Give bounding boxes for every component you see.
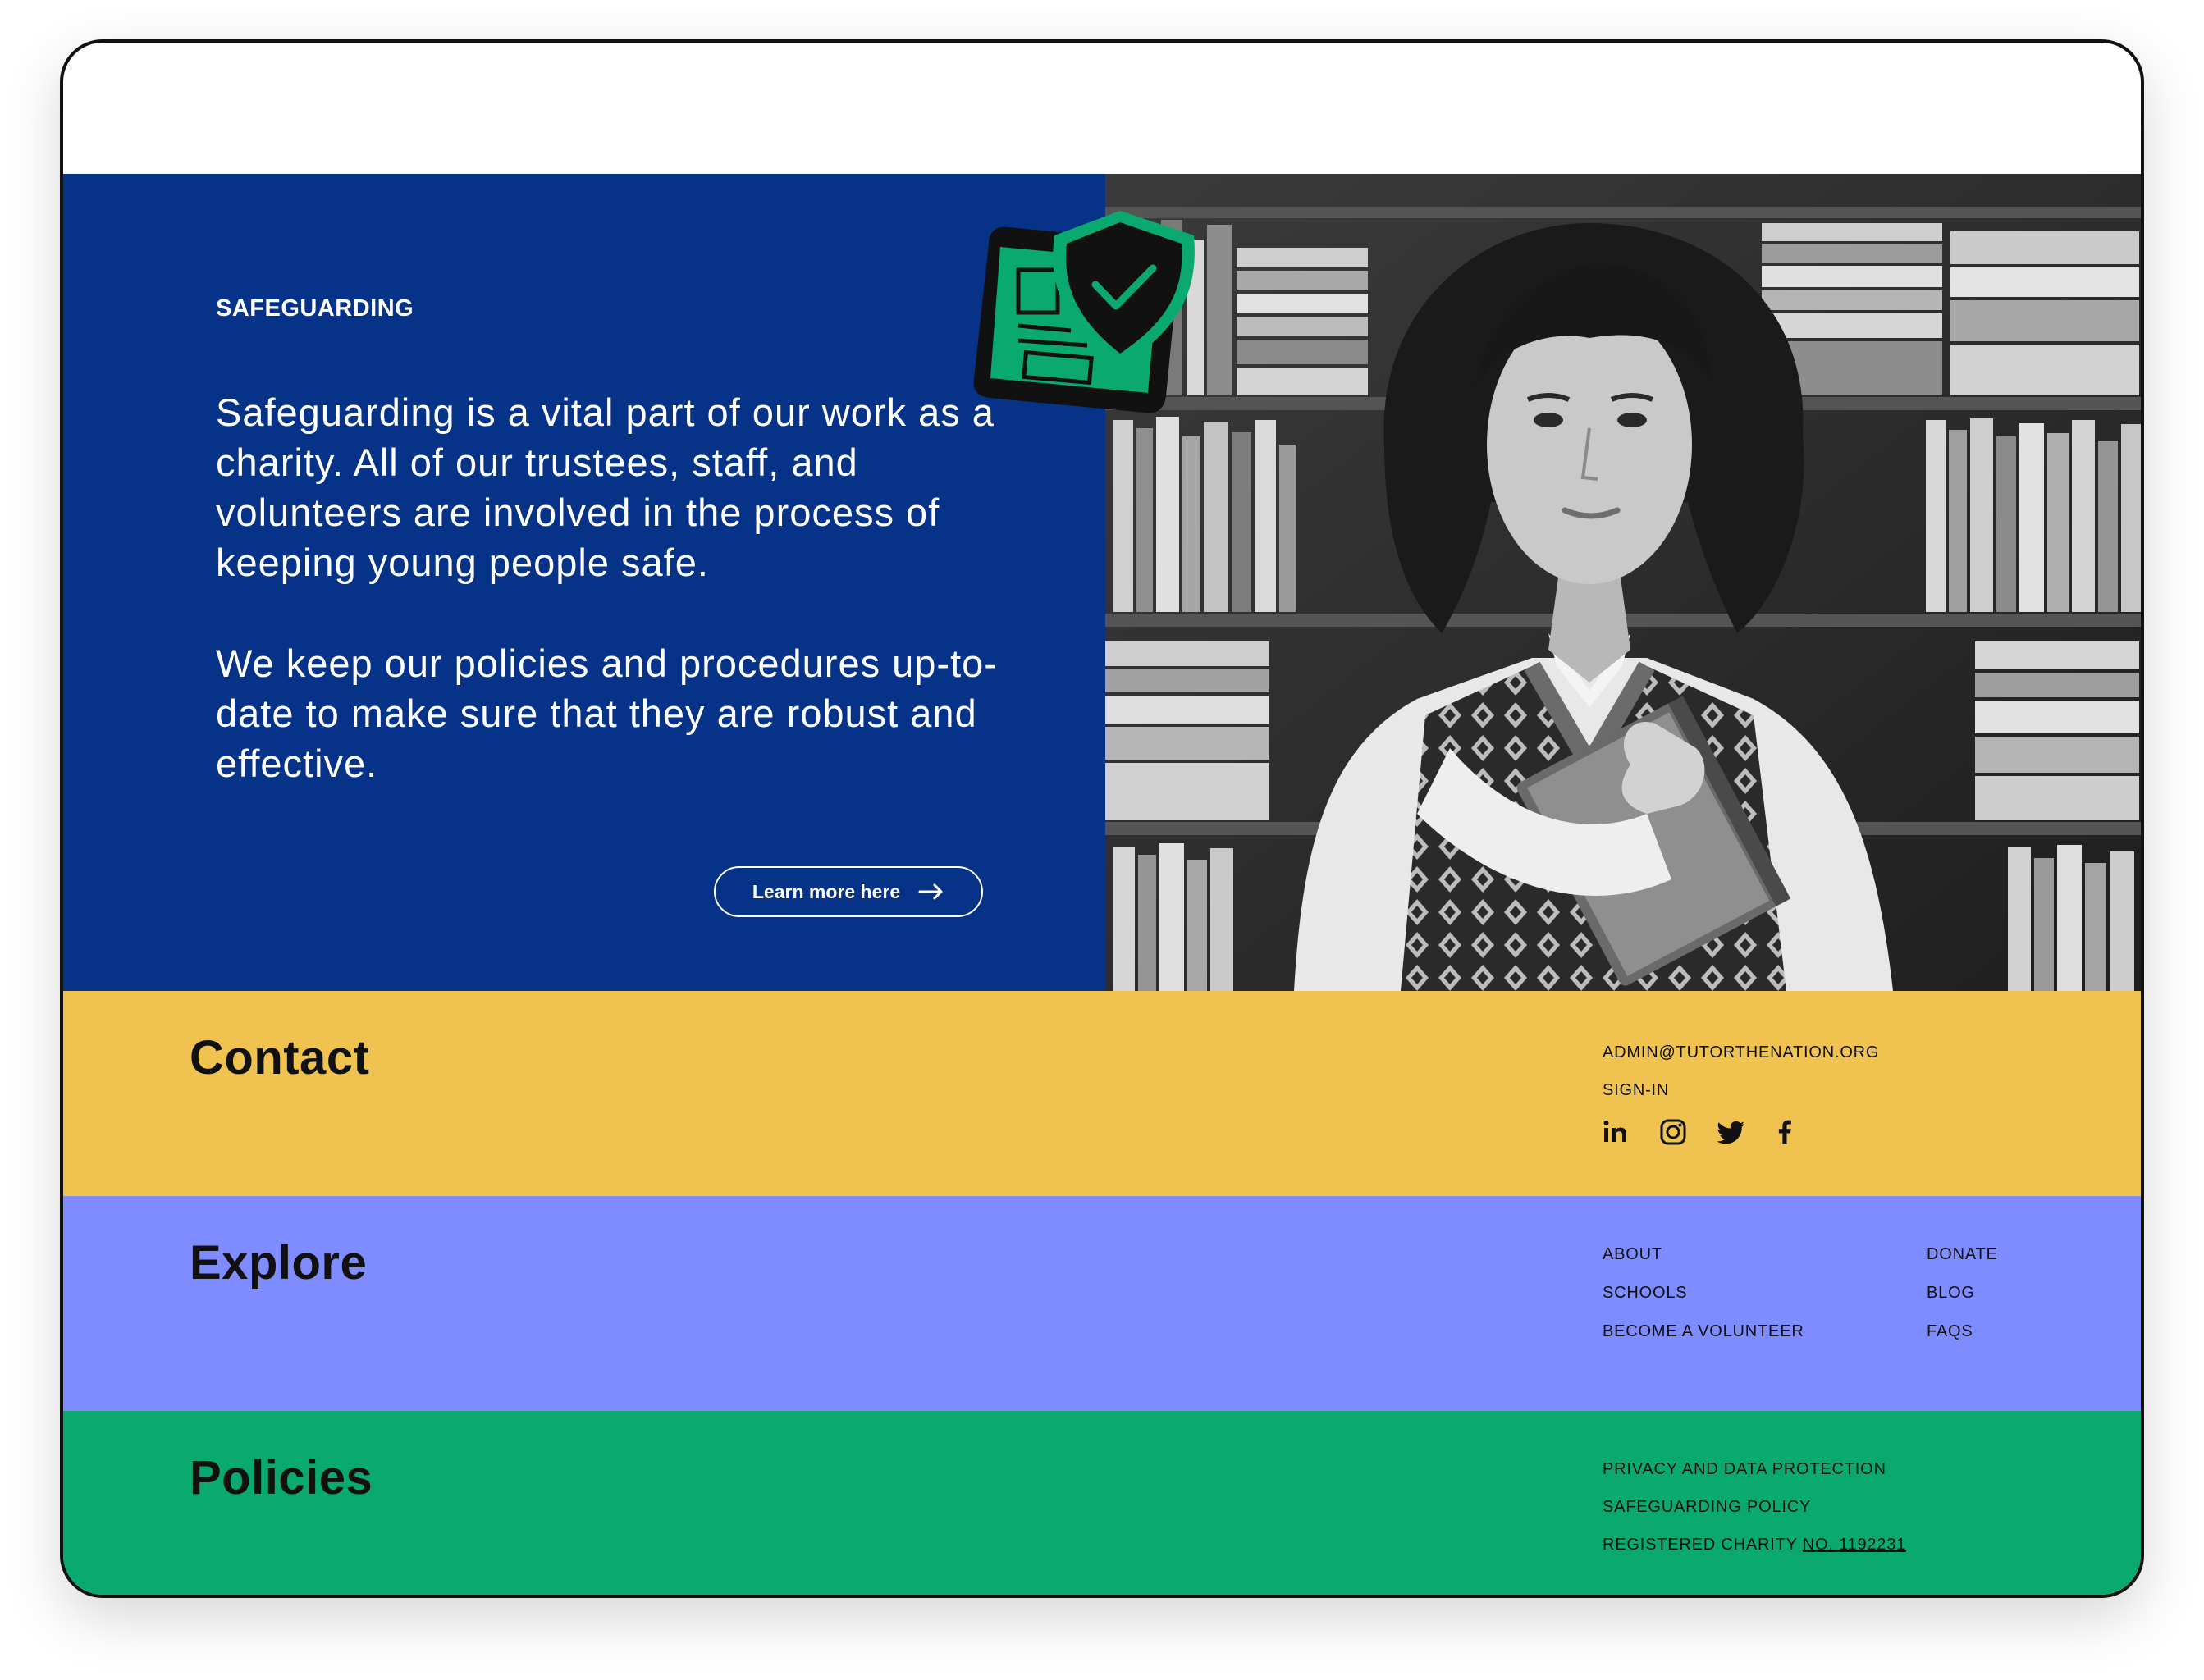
privacy-policy-link[interactable]: PRIVACY AND DATA PROTECTION	[1603, 1460, 1886, 1479]
sign-in-link[interactable]: SIGN-IN	[1603, 1081, 1669, 1100]
about-link[interactable]: ABOUT	[1603, 1245, 1662, 1264]
charity-number-link[interactable]: NO. 1192231	[1803, 1536, 1906, 1554]
contact-section: Contact ADMIN@TUTORTHENATION.ORG SIGN-IN	[63, 991, 2141, 1196]
safeguarding-hero: SAFEGUARDING Safeguarding is a vital par…	[63, 174, 2141, 991]
instagram-icon[interactable]	[1658, 1117, 1688, 1147]
contact-heading: Contact	[190, 1031, 370, 1084]
blog-link[interactable]: BLOG	[1927, 1284, 1975, 1303]
contact-email-link[interactable]: ADMIN@TUTORTHENATION.ORG	[1603, 1043, 1879, 1062]
donate-link[interactable]: DONATE	[1927, 1245, 1998, 1264]
twitter-icon[interactable]	[1716, 1117, 1745, 1147]
learn-more-label: Learn more here	[752, 880, 901, 902]
student-photo-illustration	[1105, 174, 2141, 991]
policies-heading: Policies	[190, 1451, 373, 1504]
linkedin-icon[interactable]	[1601, 1117, 1630, 1147]
explore-heading: Explore	[190, 1236, 368, 1290]
become-a-volunteer-link[interactable]: BECOME A VOLUNTEER	[1603, 1322, 1804, 1341]
registered-charity-label: REGISTERED CHARITY	[1603, 1536, 1803, 1554]
policies-section: Policies PRIVACY AND DATA PROTECTION SAF…	[63, 1411, 2141, 1595]
hero-paragraph-1: Safeguarding is a vital part of our work…	[216, 390, 995, 584]
hero-paragraph-2: We keep our policies and procedures up-t…	[216, 641, 998, 785]
explore-section: Explore ABOUT SCHOOLS BECOME A VOLUNTEER…	[63, 1196, 2141, 1411]
registered-charity-text: REGISTERED CHARITY NO. 1192231	[1603, 1536, 1906, 1554]
browser-frame: SAFEGUARDING Safeguarding is a vital par…	[60, 39, 2144, 1598]
hero-text-panel: SAFEGUARDING Safeguarding is a vital par…	[63, 174, 1105, 991]
faqs-link[interactable]: FAQS	[1927, 1322, 1973, 1341]
arrow-right-icon	[918, 883, 943, 900]
learn-more-button[interactable]: Learn more here	[714, 866, 983, 917]
schools-link[interactable]: SCHOOLS	[1603, 1284, 1687, 1303]
section-eyebrow: SAFEGUARDING	[216, 295, 414, 322]
student-photo	[1105, 174, 2141, 991]
facebook-icon[interactable]	[1770, 1117, 1799, 1147]
safeguarding-policy-link[interactable]: SAFEGUARDING POLICY	[1603, 1498, 1811, 1517]
safeguarding-badge-icon	[973, 211, 1195, 413]
